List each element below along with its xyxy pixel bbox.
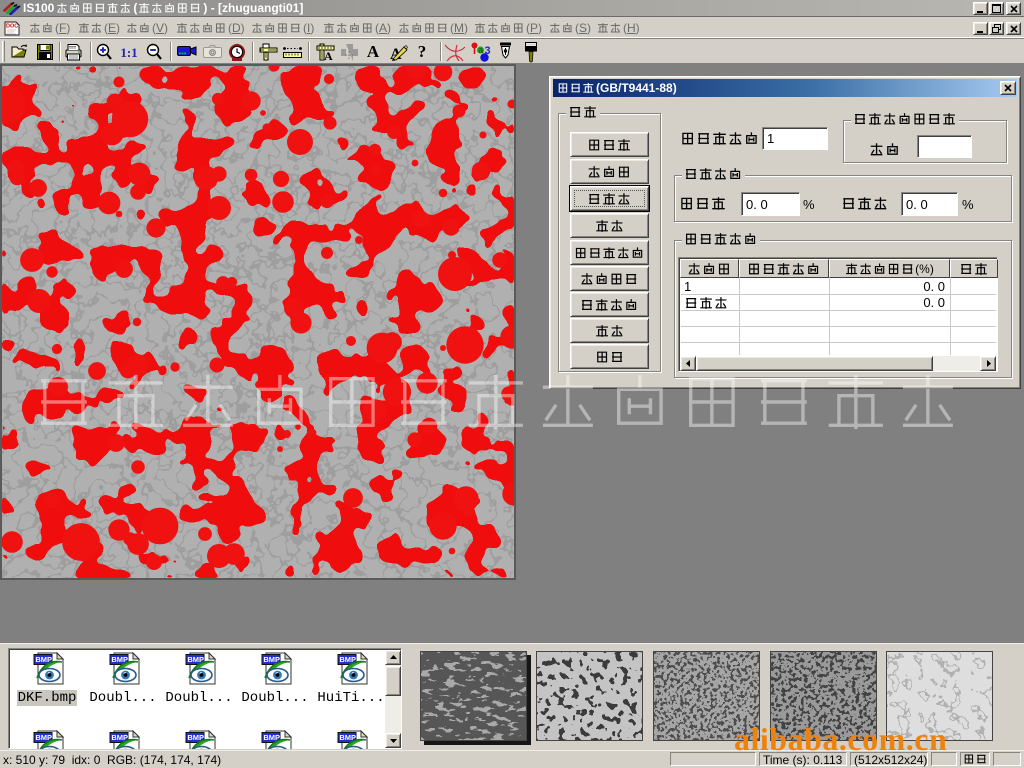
svg-text:DOC: DOC (6, 24, 18, 30)
svg-text:A: A (324, 49, 333, 61)
